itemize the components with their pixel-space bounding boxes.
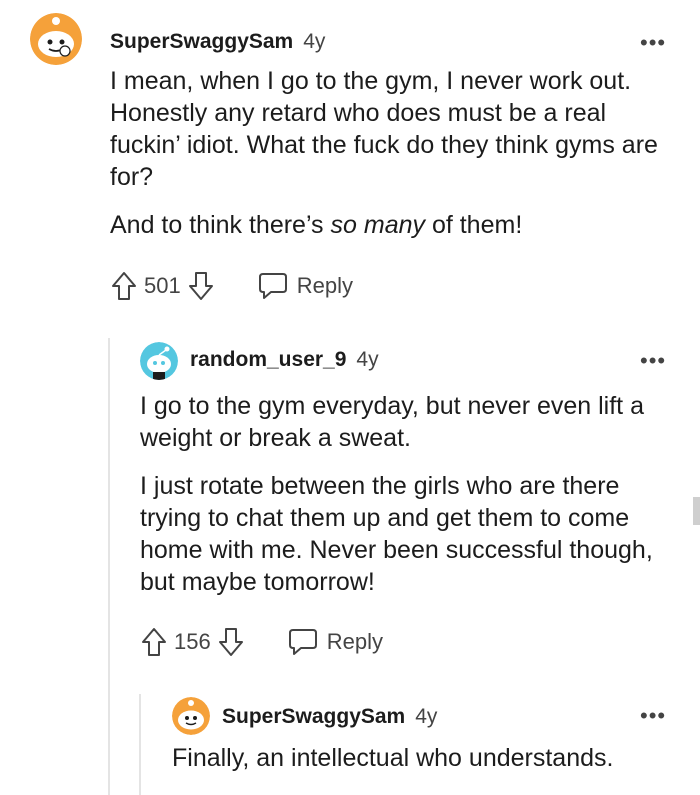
snoo-avatar-icon[interactable] [172, 697, 210, 735]
downvote-button[interactable] [187, 270, 215, 302]
reply-bubble-icon[interactable] [257, 271, 289, 301]
downvote-icon[interactable] [217, 626, 245, 658]
reply-button[interactable]: Reply [287, 627, 383, 657]
comment-age: 4y [303, 30, 326, 53]
comment-body: Finally, an intellectual who understands… [172, 742, 682, 790]
snoo-avatar-icon[interactable] [140, 342, 178, 380]
comment-body: I mean, when I go to the gym, I never wo… [110, 65, 675, 257]
comment-author[interactable]: SuperSwaggySam 4y [110, 30, 325, 54]
upvote-icon[interactable] [110, 270, 138, 302]
thread-line[interactable] [139, 694, 141, 795]
username[interactable]: SuperSwaggySam [222, 705, 405, 728]
scrollbar-thumb[interactable] [693, 497, 700, 525]
downvote-button[interactable] [217, 626, 245, 658]
upvote-button[interactable] [110, 270, 138, 302]
comment-actions: 156 Reply [140, 626, 383, 658]
username[interactable]: random_user_9 [190, 348, 346, 371]
upvote-button[interactable] [140, 626, 168, 658]
comment-paragraph: And to think there’s so many of them! [110, 211, 523, 239]
more-options-icon[interactable]: ••• [640, 705, 666, 727]
emphasis-text: so many [330, 211, 425, 239]
thread-line[interactable] [108, 338, 110, 795]
vote-count: 501 [144, 273, 181, 298]
comment-age: 4y [415, 705, 438, 728]
comment-author[interactable]: SuperSwaggySam 4y [222, 705, 437, 729]
comment-paragraph: I just rotate between the girls who are … [140, 472, 653, 596]
comment-paragraph: Finally, an intellectual who understands… [172, 744, 614, 772]
reply-label: Reply [296, 273, 353, 298]
more-options-icon[interactable]: ••• [640, 32, 666, 54]
vote-count: 156 [174, 629, 211, 654]
snoo-avatar-icon[interactable] [30, 13, 82, 65]
comment-author[interactable]: random_user_9 4y [190, 348, 379, 372]
comment-paragraph: I mean, when I go to the gym, I never wo… [110, 67, 658, 191]
username[interactable]: SuperSwaggySam [110, 30, 293, 53]
comment-paragraph: I go to the gym everyday, but never even… [140, 392, 644, 452]
comment-body: I go to the gym everyday, but never even… [140, 390, 670, 614]
more-options-icon[interactable]: ••• [640, 350, 666, 372]
comment-actions: 501 Reply [110, 270, 353, 302]
reply-label: Reply [326, 629, 383, 654]
downvote-icon[interactable] [187, 270, 215, 302]
upvote-icon[interactable] [140, 626, 168, 658]
reply-bubble-icon[interactable] [287, 627, 319, 657]
reply-button[interactable]: Reply [257, 271, 353, 301]
comment-age: 4y [356, 348, 379, 371]
